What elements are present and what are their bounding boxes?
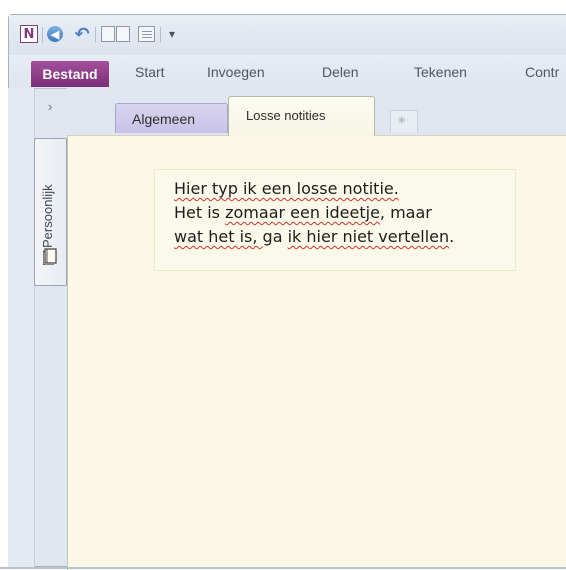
full-page-view-icon[interactable]	[138, 26, 155, 42]
new-section-icon[interactable]: ✳	[397, 114, 406, 127]
undo-icon[interactable]: ↶	[73, 24, 91, 45]
tab-tekenen[interactable]: Tekenen	[414, 64, 467, 80]
notebook-label: Persoonlijk	[40, 184, 55, 248]
note-line-2[interactable]: Het is zomaar een ideetje, maar	[174, 203, 432, 222]
tab-bestand[interactable]: Bestand	[31, 61, 109, 87]
tab-delen[interactable]: Delen	[322, 64, 359, 80]
ribbon-tabs: Bestand Start Invoegen Delen Tekenen Con…	[9, 55, 566, 89]
toolbar-separator	[160, 27, 161, 43]
note-line-3[interactable]: wat het is, ga ik hier niet vertellen.	[174, 227, 454, 246]
section-tab-losse-notities-label: Losse notities	[246, 108, 326, 123]
dock-to-desktop-icon[interactable]	[101, 26, 115, 42]
toolbar-separator	[42, 27, 43, 43]
tab-invoegen[interactable]: Invoegen	[207, 64, 265, 80]
back-arrow-icon[interactable]: ◀	[47, 26, 63, 42]
note-text-segment: .	[449, 227, 455, 246]
notebook-icon	[43, 248, 57, 265]
note-text-segment: ik hier niet vertellen	[287, 227, 450, 246]
tab-start[interactable]: Start	[135, 64, 165, 80]
customize-toolbar-dropdown-icon[interactable]: ▾	[166, 24, 178, 44]
notebook-pane	[8, 88, 35, 568]
note-text-segment: ga	[262, 227, 288, 246]
expand-navigation-icon[interactable]: ›	[48, 99, 52, 114]
tab-controleren[interactable]: Contr	[525, 64, 559, 80]
section-tab-algemeen-label: Algemeen	[132, 111, 196, 127]
note-text-segment: Hier typ ik een losse notitie.	[174, 179, 399, 198]
quick-access-toolbar: N ◀ ↶ ▾	[9, 15, 566, 55]
note-text-segment: , maar	[379, 203, 432, 222]
note-text-segment: Het is	[174, 203, 226, 222]
onenote-app-icon[interactable]: N	[20, 25, 38, 43]
dock-panel-icon[interactable]	[116, 26, 130, 42]
toolbar-separator	[95, 27, 96, 43]
note-text-segment: wat het is,	[174, 227, 263, 246]
note-line-1[interactable]: Hier typ ik een losse notitie.	[174, 179, 399, 198]
screen: N ◀ ↶ ▾ Bestand Start Invoegen Delen Tek…	[0, 0, 566, 570]
note-text-segment: zomaar een ideetje	[225, 203, 380, 222]
